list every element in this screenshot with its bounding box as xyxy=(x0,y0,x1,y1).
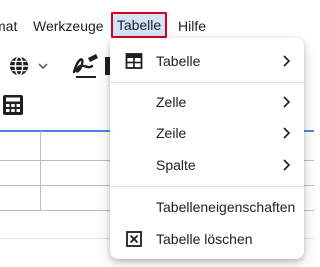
chevron-right-icon xyxy=(283,127,291,139)
table-icon xyxy=(125,53,143,69)
menu-item-zeile[interactable]: Zeile xyxy=(110,118,304,148)
menu-item-label: Tabelle xyxy=(156,53,201,69)
chevron-down-icon[interactable] xyxy=(37,60,49,72)
menu-item-label: Tabelle löschen xyxy=(156,231,253,247)
table-column-border xyxy=(40,131,41,211)
calculator-icon[interactable] xyxy=(2,94,24,116)
menu-item-label: Zeile xyxy=(156,125,187,141)
menu-bar: mat Werkzeuge Tabelle Hilfe xyxy=(0,0,314,42)
menu-item-tabelle-loeschen[interactable]: Tabelle löschen xyxy=(110,224,304,254)
chevron-right-icon xyxy=(283,55,291,67)
delete-table-icon xyxy=(126,231,142,247)
app-screen: mat Werkzeuge Tabelle Hilfe xyxy=(0,0,314,267)
menu-item-tabelleneigenschaften[interactable]: Tabelleneigenschaften xyxy=(110,192,304,222)
menu-tabelle[interactable]: Tabelle xyxy=(111,12,167,38)
menu-separator xyxy=(110,186,304,187)
chevron-right-icon xyxy=(283,96,291,108)
menu-format[interactable]: mat xyxy=(0,16,17,36)
menu-separator xyxy=(110,82,304,83)
menu-hilfe[interactable]: Hilfe xyxy=(178,16,206,36)
globe-icon[interactable] xyxy=(8,55,30,77)
menu-werkzeuge[interactable]: Werkzeuge xyxy=(33,16,104,36)
menu-item-label: Spalte xyxy=(156,157,196,173)
tabelle-dropdown-menu: Tabelle Zelle Zeile Spalte Tabelleneigen… xyxy=(110,38,304,259)
menu-item-label: Tabelleneigenschaften xyxy=(156,199,296,215)
signature-icon[interactable] xyxy=(70,52,100,80)
chevron-right-icon xyxy=(283,159,291,171)
menu-item-label: Zelle xyxy=(156,94,187,110)
menu-item-tabelle[interactable]: Tabelle xyxy=(110,46,304,76)
menu-item-spalte[interactable]: Spalte xyxy=(110,150,304,180)
menu-item-zelle[interactable]: Zelle xyxy=(110,87,304,117)
